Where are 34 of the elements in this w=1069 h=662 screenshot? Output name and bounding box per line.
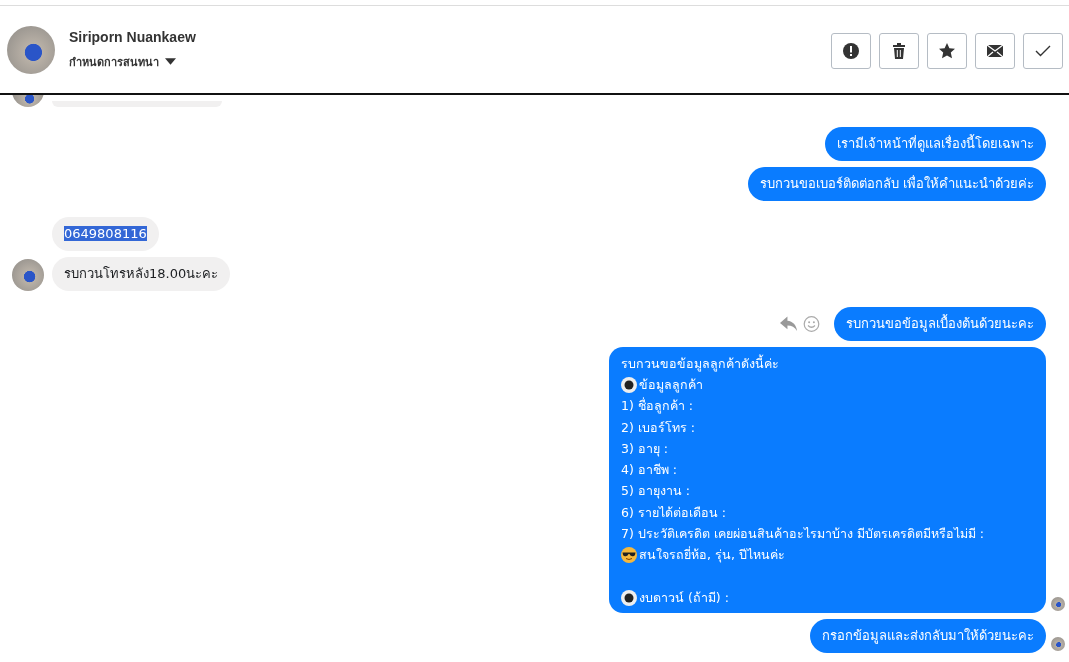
conversation-menu[interactable]: กำหนดการสนทนา bbox=[69, 52, 831, 71]
star-icon bbox=[939, 42, 955, 59]
star-button[interactable] bbox=[927, 32, 967, 69]
trash-button[interactable] bbox=[879, 32, 919, 69]
checkmark-button[interactable] bbox=[1023, 32, 1063, 69]
warning-button[interactable] bbox=[831, 32, 871, 69]
sunglasses-emoji-icon bbox=[621, 547, 637, 564]
message-text: งบดาวน์ (ถ้ามี) : bbox=[639, 588, 729, 607]
message-text: 2) เบอร์โทร : bbox=[621, 418, 695, 437]
message-text: 3) อายุ : bbox=[621, 439, 668, 459]
message-text: สนใจรถยี่ห้อ, รุ่น, ปีไหนค่ะ bbox=[639, 545, 785, 565]
caret-icon bbox=[165, 58, 176, 65]
warning-icon bbox=[843, 42, 859, 59]
message-text: เรามีเจ้าหน้าที่ดูแลเรื่องนี้โดยเฉพาะ bbox=[837, 136, 1034, 151]
message-text: รบกวนขอเบอร์ติดต่อกลับ เพื่อให้คำแนะนำด้วยค่ะ bbox=[759, 176, 1034, 191]
message-text: 0649808116 bbox=[64, 226, 147, 241]
message-text: กรอกข้อมูลและส่งกลับมาให้ด้วยนะคะ bbox=[822, 627, 1034, 643]
envelope-button[interactable] bbox=[975, 32, 1015, 69]
message-text: 1) ชื่อลูกค้า : bbox=[621, 396, 693, 416]
message-text: รบกวนขอข้อมูลลูกค้าดังนี้ค่ะ bbox=[621, 353, 779, 374]
trash-icon bbox=[891, 42, 907, 59]
message-text: 5) อายุงาน : bbox=[621, 482, 690, 501]
smiley-icon bbox=[803, 316, 820, 332]
message-text: รบกวนโทรหลัง18.00นะคะ bbox=[64, 266, 219, 281]
message-text: 7) ประวัติเครดิต เคยผ่อนสินค้าอะไรมาบ้าง มีบัตรเครดิตมีหรือไม่มี : bbox=[621, 525, 984, 543]
message-text: รบกวนขอข้อมูลเบื้องต้นด้วยนะคะ bbox=[846, 316, 1034, 331]
contact-name: Siriporn Nuankaew bbox=[69, 28, 197, 45]
message-text: 4) อาชีพ : bbox=[621, 461, 677, 480]
message-text: ข้อมูลลูกค้า bbox=[639, 375, 703, 395]
avatar-icon bbox=[7, 25, 55, 74]
envelope-icon bbox=[987, 42, 1003, 59]
radio-button-icon bbox=[621, 376, 637, 393]
message-text: 6) รายได้ต่อเดือน : bbox=[621, 503, 726, 522]
radio-button-icon bbox=[621, 589, 637, 606]
